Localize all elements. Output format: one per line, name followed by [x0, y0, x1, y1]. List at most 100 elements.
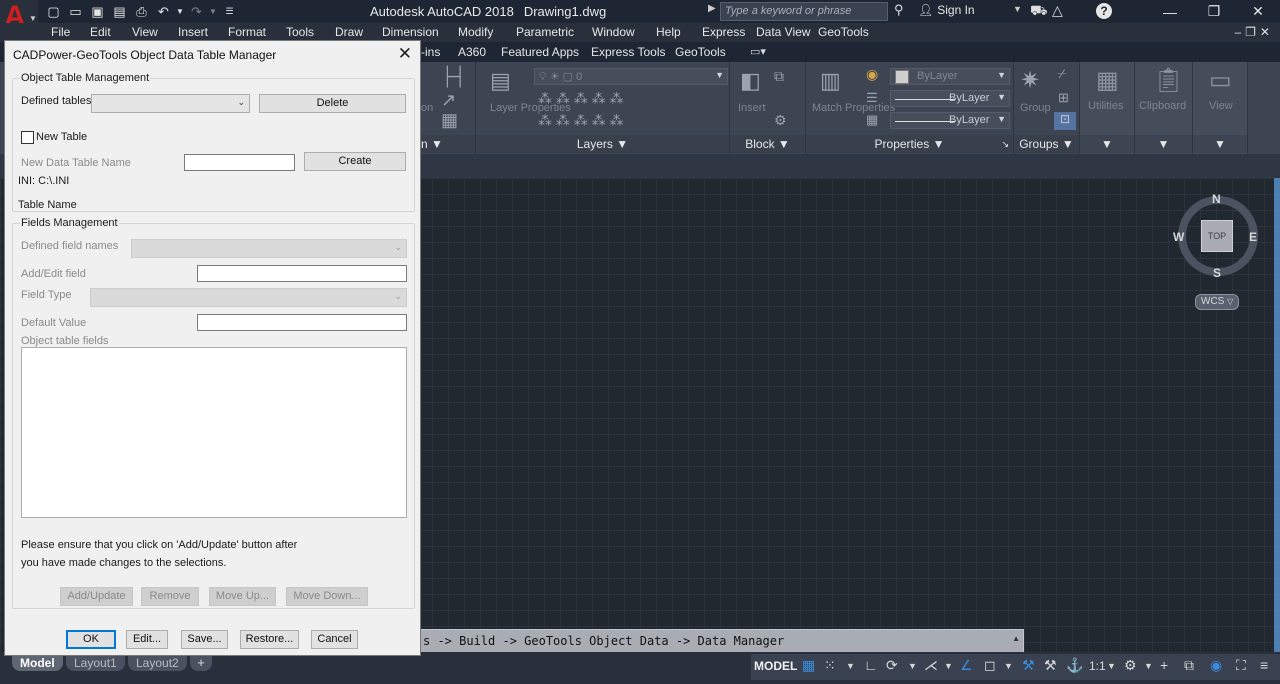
chevron-down-icon[interactable]: ▼ [1144, 661, 1153, 671]
close-icon[interactable]: ✕ [398, 44, 412, 64]
panel-clipboard[interactable]: 📋︎ Clipboard ▼ [1135, 62, 1193, 154]
tab-model[interactable]: Model [12, 655, 63, 671]
chevron-down-icon[interactable]: ▼ [846, 661, 855, 671]
menu-data-view[interactable]: Data View [756, 25, 810, 39]
dialog-launcher-icon[interactable]: ↘ [1001, 135, 1009, 153]
layer-tools-row2-icon[interactable]: ⁂ ⁂ ⁂ ⁂ ⁂ [538, 112, 624, 129]
default-value-input[interactable] [197, 314, 407, 331]
menu-help[interactable]: Help [656, 25, 681, 39]
tab-a360[interactable]: A360 [458, 45, 486, 59]
cancel-button[interactable]: Cancel [311, 630, 358, 649]
defined-field-names-dropdown[interactable]: ⌄ [131, 239, 407, 258]
units-icon[interactable]: ⧉ [1184, 657, 1194, 674]
tab-featured-apps[interactable]: Featured Apps [501, 45, 579, 59]
search-input[interactable]: Type a keyword or phrase [720, 2, 888, 21]
utilities-expand[interactable]: ▼ [1080, 135, 1134, 153]
menu-format[interactable]: Format [228, 25, 266, 39]
chevron-down-icon[interactable]: ▼ [1004, 661, 1013, 671]
save-as-icon[interactable]: ▤ [110, 2, 129, 21]
panel-title-partial[interactable]: n ▼ [421, 135, 475, 153]
object-snap-icon[interactable]: ◻ [984, 657, 996, 674]
group-icon[interactable]: ✷ [1020, 66, 1040, 95]
menu-window[interactable]: Window [592, 25, 635, 39]
workspace-gear-icon[interactable]: ⚙ [1124, 657, 1137, 674]
undo-dropdown-icon[interactable]: ▼ [176, 2, 184, 21]
create-block-icon[interactable]: ⧉ [774, 68, 784, 85]
menu-geotools[interactable]: GeoTools [818, 25, 869, 39]
tab-express-tools[interactable]: Express Tools [591, 45, 665, 59]
annotation-scale-value[interactable]: 1:1 [1089, 659, 1106, 673]
annotation-monitor-icon[interactable]: + [1160, 657, 1168, 673]
view-expand[interactable]: ▼ [1193, 135, 1247, 153]
insert-block-icon[interactable]: ◧ [740, 68, 761, 94]
menu-file[interactable]: File [51, 25, 70, 39]
panel-view[interactable]: ▭ View ▼ [1193, 62, 1248, 154]
model-space-button[interactable]: MODEL [754, 659, 797, 673]
create-button[interactable]: Create [304, 152, 406, 171]
edit-block-icon[interactable]: ⚙ [774, 112, 787, 129]
menu-modify[interactable]: Modify [458, 25, 493, 39]
menu-edit[interactable]: Edit [90, 25, 111, 39]
leader-icon[interactable]: ↗ [441, 90, 456, 111]
menu-parametric[interactable]: Parametric [516, 25, 574, 39]
lineweight-icon[interactable]: ☰ [866, 90, 878, 106]
polar-icon[interactable]: ⟳ [886, 657, 898, 674]
command-line[interactable]: s -> Build -> GeoTools Object Data -> Da… [418, 629, 1024, 653]
command-history-expand-icon[interactable]: ▲ [1012, 634, 1020, 643]
binoculars-icon[interactable]: ⚲ [894, 2, 904, 18]
isodraft-icon[interactable]: ⋌ [924, 657, 938, 674]
open-file-icon[interactable]: ▭ [66, 2, 85, 21]
layer-combo[interactable]: 💡︎ ☀ ▢ 0 ▼ [534, 68, 728, 85]
isolate-objects-icon[interactable]: ◉ [1210, 657, 1222, 674]
grid-icon[interactable]: ▦ [802, 657, 815, 674]
group-selection-icon[interactable]: ⊡ [1054, 112, 1076, 130]
table-icon[interactable]: ▦ [441, 110, 458, 131]
menu-view[interactable]: View [132, 25, 158, 39]
redo-dropdown-icon[interactable]: ▼ [209, 2, 217, 21]
clipboard-expand[interactable]: ▼ [1135, 135, 1192, 153]
menu-dimension[interactable]: Dimension [382, 25, 439, 39]
wcs-menu[interactable]: WCS ▽ [1195, 294, 1239, 310]
menu-express[interactable]: Express [702, 25, 745, 39]
new-table-checkbox[interactable] [21, 131, 34, 144]
viewcube-top-face[interactable]: TOP [1201, 220, 1233, 252]
layer-tools-row1-icon[interactable]: ⁂ ⁂ ⁂ ⁂ ⁂ [538, 90, 624, 107]
new-table-name-input[interactable] [184, 154, 295, 171]
defined-tables-dropdown[interactable]: ⌄ [91, 94, 250, 113]
group-edit-icon[interactable]: ⊞ [1058, 90, 1069, 106]
compass-north[interactable]: N [1212, 192, 1221, 206]
transparency-icon[interactable]: ▦ [866, 112, 878, 128]
restore-button[interactable]: ❐ [1192, 0, 1236, 23]
panel-title-block[interactable]: Block ▼ [730, 135, 805, 153]
sign-in-button[interactable]: 👤︎ Sign In [918, 3, 975, 17]
menu-draw[interactable]: Draw [335, 25, 363, 39]
save-button[interactable]: Save... [181, 630, 228, 649]
move-up-button[interactable]: Move Up... [209, 587, 276, 606]
menu-insert[interactable]: Insert [178, 25, 208, 39]
tab-layout1[interactable]: Layout1 [66, 655, 125, 671]
ok-button[interactable]: OK [66, 630, 116, 649]
object-snap-tracking-icon[interactable]: ∠ [960, 657, 973, 674]
customize-qat-icon[interactable]: ☰ [220, 2, 239, 21]
tab-layout2[interactable]: Layout2 [128, 655, 187, 671]
compass-south[interactable]: S [1213, 266, 1221, 280]
ungroup-icon[interactable]: ⌿ [1058, 66, 1066, 82]
menu-tools[interactable]: Tools [286, 25, 314, 39]
video-icon[interactable]: ▭▾ [750, 45, 766, 58]
chevron-down-icon[interactable]: ▼ [1013, 4, 1022, 14]
object-table-fields-list[interactable] [21, 347, 407, 518]
snap-icon[interactable]: ⁙ [824, 657, 836, 674]
delete-button[interactable]: Delete [259, 94, 406, 113]
dimension-icon[interactable]: ├┤ [441, 66, 467, 87]
new-file-icon[interactable]: ▢ [44, 2, 63, 21]
plot-icon[interactable]: ⎙ [132, 2, 151, 21]
remove-button[interactable]: Remove [141, 587, 199, 606]
panel-utilities[interactable]: ▦ Utilities ▼ [1080, 62, 1135, 154]
color-wheel-icon[interactable]: ◉ [866, 66, 878, 83]
add-layout-icon[interactable]: + [190, 655, 212, 671]
lineweight-combo[interactable]: ByLayer ▼ [890, 112, 1010, 129]
tab-addins[interactable]: -ins [421, 45, 440, 59]
edit-button[interactable]: Edit... [126, 630, 168, 649]
panel-title-groups[interactable]: Groups ▼ [1014, 135, 1079, 153]
compass-west[interactable]: W [1173, 230, 1184, 244]
